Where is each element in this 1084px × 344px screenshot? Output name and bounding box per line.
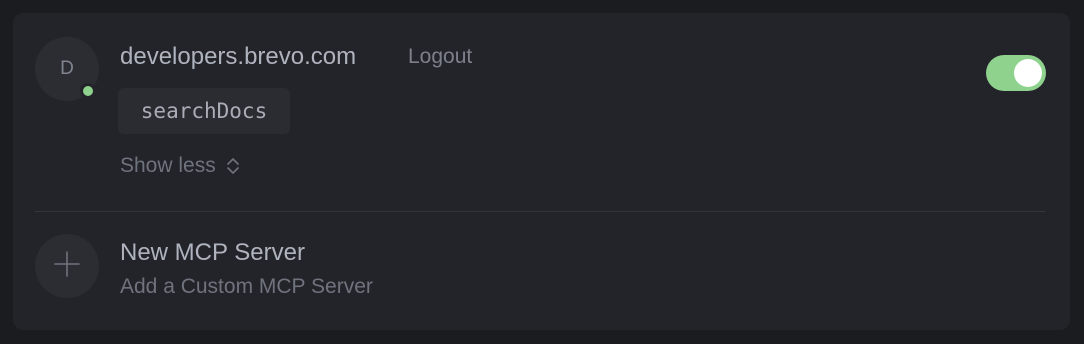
plus-icon — [53, 250, 81, 283]
avatar-initial: D — [60, 58, 74, 79]
tool-chip-search-docs: searchDocs — [118, 88, 290, 134]
server-enabled-toggle[interactable] — [986, 55, 1046, 91]
logout-link[interactable]: Logout — [408, 45, 472, 69]
tool-chip-label: searchDocs — [140, 99, 268, 123]
section-divider — [35, 211, 1045, 212]
server-name: developers.brevo.com — [120, 43, 357, 70]
new-mcp-server-title[interactable]: New MCP Server — [120, 239, 305, 267]
new-mcp-server-subtitle: Add a Custom MCP Server — [120, 275, 373, 298]
toggle-knob — [1014, 59, 1042, 87]
add-server-button[interactable] — [35, 234, 99, 298]
mcp-servers-panel: D developers.brevo.com Logout searchDocs… — [13, 13, 1070, 330]
chevron-up-down-icon — [226, 156, 240, 176]
show-less-label: Show less — [120, 154, 216, 177]
status-indicator-dot — [80, 83, 96, 99]
show-less-button[interactable]: Show less — [120, 154, 240, 178]
